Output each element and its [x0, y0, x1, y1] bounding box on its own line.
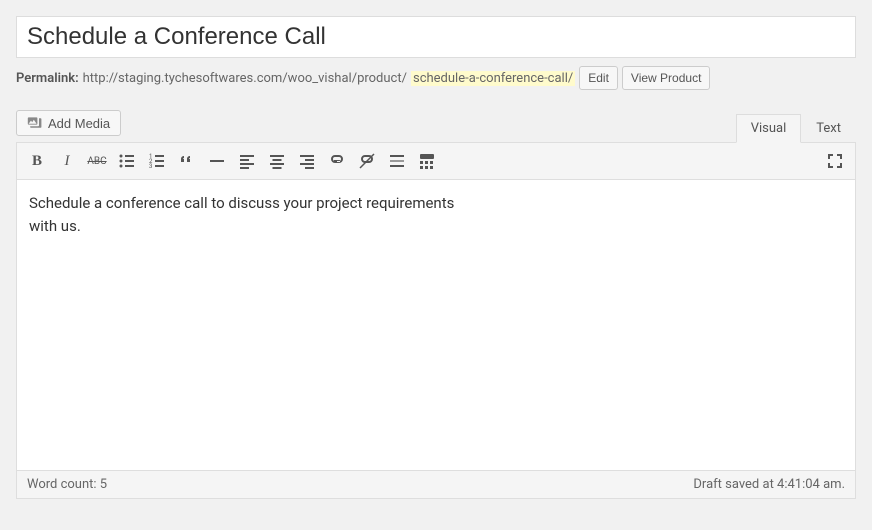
bold-button[interactable]: B [23, 147, 51, 175]
edit-permalink-button[interactable]: Edit [579, 66, 618, 90]
align-center-icon [267, 151, 287, 171]
tab-text[interactable]: Text [801, 114, 856, 143]
post-title-input[interactable] [16, 16, 856, 58]
fullscreen-icon [825, 151, 845, 171]
word-count: Word count: 5 [27, 477, 107, 492]
horizontal-rule-icon [210, 160, 224, 162]
permalink-base: http://staging.tychesoftwares.com/woo_vi… [83, 71, 407, 86]
italic-icon: I [65, 153, 70, 170]
editor-tabs: Visual Text [736, 113, 856, 142]
fullscreen-button[interactable] [821, 147, 849, 175]
unlink-icon [357, 151, 377, 171]
horizontal-rule-button[interactable] [203, 147, 231, 175]
align-right-icon [297, 151, 317, 171]
align-right-button[interactable] [293, 147, 321, 175]
editor-status-bar: Word count: 5 Draft saved at 4:41:04 am. [17, 470, 855, 498]
numbered-list-button[interactable]: 123 [143, 147, 171, 175]
numbered-list-icon: 123 [147, 151, 167, 171]
read-more-icon [387, 151, 407, 171]
read-more-button[interactable] [383, 147, 411, 175]
content-line: with us. [29, 215, 843, 238]
permalink-slug: schedule-a-conference-call/ [411, 71, 575, 86]
bulleted-list-button[interactable] [113, 147, 141, 175]
align-left-icon [237, 151, 257, 171]
bulleted-list-icon [117, 151, 137, 171]
editor-content-area[interactable]: Schedule a conference call to discuss yo… [17, 180, 855, 470]
strikethrough-icon: ABC [87, 156, 106, 167]
editor-toolbar: B I ABC 123 [17, 143, 855, 180]
draft-saved-status: Draft saved at 4:41:04 am. [693, 477, 845, 492]
insert-link-button[interactable] [323, 147, 351, 175]
strikethrough-button[interactable]: ABC [83, 147, 111, 175]
blockquote-icon [177, 151, 197, 171]
toolbar-toggle-button[interactable] [413, 147, 441, 175]
align-left-button[interactable] [233, 147, 261, 175]
tab-visual[interactable]: Visual [736, 114, 802, 143]
blockquote-button[interactable] [173, 147, 201, 175]
align-center-button[interactable] [263, 147, 291, 175]
media-icon [27, 115, 43, 131]
toolbar-toggle-icon [417, 151, 437, 171]
add-media-label: Add Media [48, 116, 110, 131]
editor-box: B I ABC 123 [16, 142, 856, 499]
content-line: Schedule a conference call to discuss yo… [29, 192, 843, 215]
svg-text:3: 3 [149, 163, 152, 170]
italic-button[interactable]: I [53, 147, 81, 175]
link-icon [327, 151, 347, 171]
remove-link-button[interactable] [353, 147, 381, 175]
bold-icon: B [32, 153, 42, 170]
permalink-row: Permalink: http://staging.tychesoftwares… [16, 66, 856, 90]
add-media-button[interactable]: Add Media [16, 110, 121, 136]
permalink-label: Permalink: [16, 71, 79, 86]
view-product-button[interactable]: View Product [622, 66, 710, 90]
